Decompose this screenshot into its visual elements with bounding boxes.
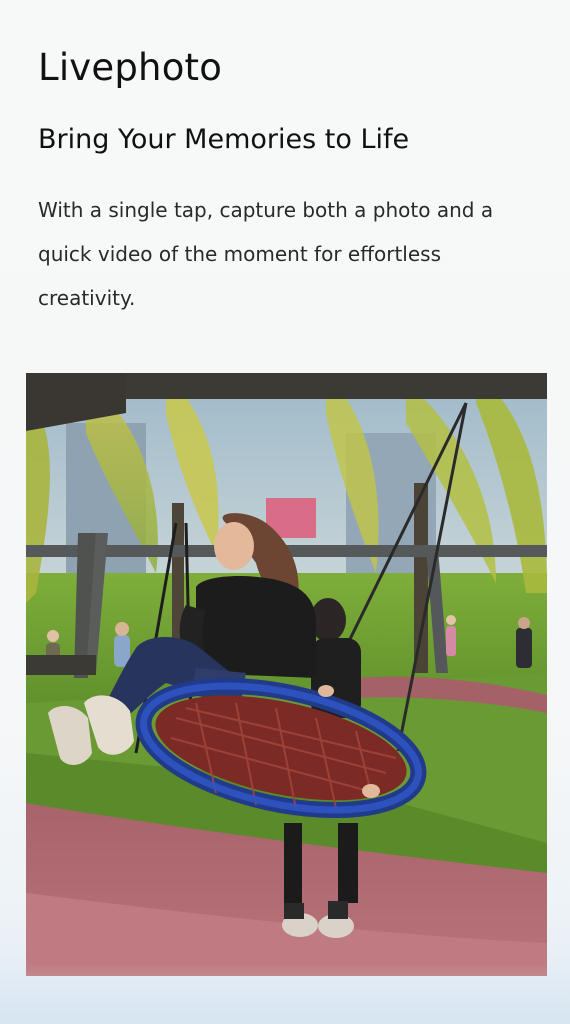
feature-description: With a single tap, capture both a photo … (38, 198, 494, 310)
park-swing-photo (26, 373, 547, 976)
feature-subtitle: Bring Your Memories to Life (38, 124, 410, 155)
livephoto-preview-image[interactable] (26, 373, 547, 976)
app-title: Livephoto (38, 46, 223, 89)
